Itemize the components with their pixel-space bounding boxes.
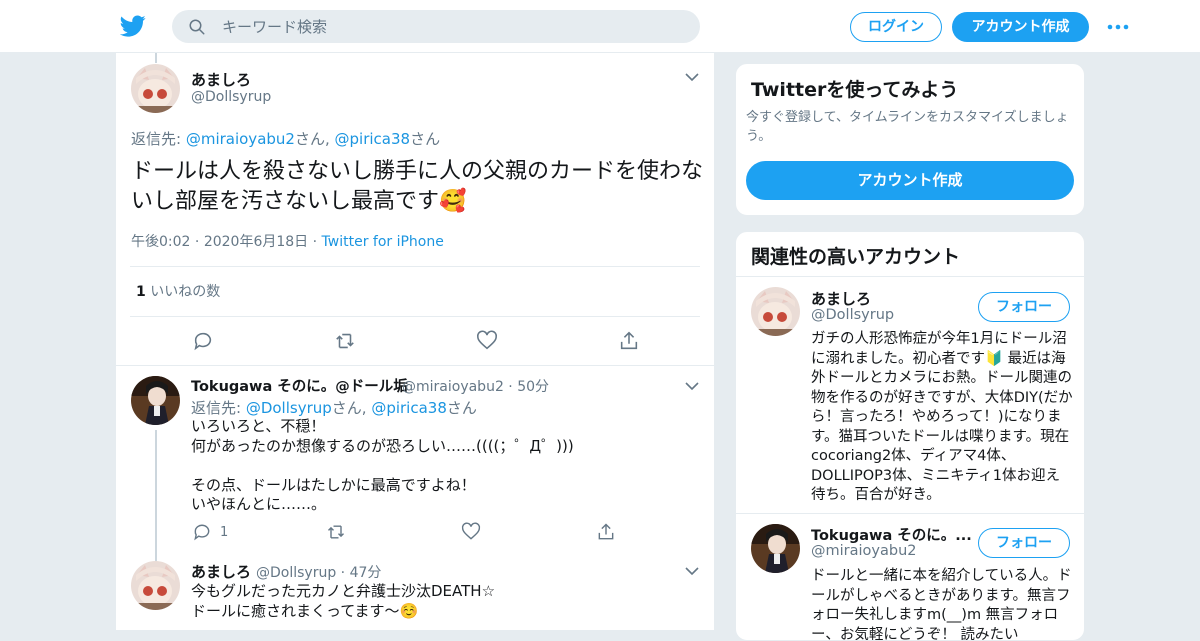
signup-button[interactable]: アカウント作成 <box>952 12 1089 42</box>
tweet-author-name[interactable]: Tokugawa そのに。@ドール垢 <box>191 375 408 396</box>
divider <box>116 365 714 366</box>
card-title: 関連性の高いアカウント <box>751 246 961 268</box>
divider <box>736 276 1084 277</box>
chevron-down-icon[interactable] <box>685 566 699 576</box>
reply-header-meta: @Dollsyrup · 47分 <box>256 565 382 581</box>
account-name[interactable]: Tokugawa そのに。... <box>811 524 972 545</box>
thread-connector <box>155 53 157 63</box>
avatar[interactable] <box>131 64 180 113</box>
like-count-label: いいねの数 <box>150 284 221 300</box>
reply-prefix: 返信先: <box>131 130 186 148</box>
signup-card-button[interactable]: アカウント作成 <box>746 161 1074 200</box>
avatar[interactable] <box>131 376 180 425</box>
related-accounts-card: 関連性の高いアカウント あましろ @Dollsyrup フォロー ガチの人形恐怖… <box>735 231 1085 641</box>
like-count-number: 1 <box>136 284 146 300</box>
top-navigation-bar: ログイン アカウント作成 <box>0 0 1200 53</box>
tweet-author-handle[interactable]: @miraioyabu2 <box>402 379 504 395</box>
tweet-time[interactable]: 50分 <box>517 379 549 395</box>
search-input[interactable] <box>222 10 682 43</box>
share-icon[interactable] <box>618 330 640 352</box>
tweet-metadata: 午後0:02 · 2020年6月18日 · Twitter for iPhone <box>131 234 444 250</box>
divider <box>130 266 700 267</box>
card-title: Twitterを使ってみよう <box>751 79 959 101</box>
avatar[interactable] <box>131 561 180 610</box>
reply-prefix: 返信先: <box>191 399 246 417</box>
tweet-text: いろいろと、不穏！ 何があったのか想像するのが恐ろしい……((((；゜Д゜)))… <box>191 417 574 513</box>
reply-icon[interactable] <box>192 330 214 352</box>
divider <box>736 513 1084 514</box>
like-icon[interactable] <box>461 522 481 542</box>
account-handle[interactable]: @miraioyabu2 <box>811 543 917 559</box>
tweet-author-handle[interactable]: @Dollsyrup <box>256 565 336 581</box>
like-icon[interactable] <box>476 330 498 352</box>
reply-mention-link[interactable]: @miraioyabu2 <box>186 130 295 148</box>
share-icon[interactable] <box>596 522 616 542</box>
tweet-detail-column: あましろ @Dollsyrup 返信先: @miraioyabu2さん, @pi… <box>115 53 715 630</box>
reply-suffix: さん <box>410 130 441 148</box>
tweet-time[interactable]: 47分 <box>350 565 382 581</box>
search-box <box>172 10 700 43</box>
likes-count[interactable]: 1 いいねの数 <box>136 281 220 301</box>
tweet-text: ドールは人を殺さないし勝手に人の父親のカードを使わないし部屋を汚さないし最高です… <box>131 159 704 214</box>
reply-icon[interactable] <box>192 522 212 542</box>
follow-button[interactable]: フォロー <box>978 292 1070 322</box>
search-icon <box>189 19 205 35</box>
account-bio: ガチの人形恐怖症が今年1月にドール沼に溺れました。初心者です🔰 最近は海外ドール… <box>811 331 1073 503</box>
reply-suffix: さん <box>446 399 477 417</box>
retweet-icon[interactable] <box>334 330 356 352</box>
login-button[interactable]: ログイン <box>850 12 942 42</box>
twitter-bird-icon[interactable] <box>120 13 146 39</box>
account-name[interactable]: あましろ <box>811 288 871 309</box>
tweet-time[interactable]: 午後0:02 <box>131 234 190 250</box>
reply-header-meta: @miraioyabu2 · 50分 <box>402 379 550 395</box>
divider <box>130 316 700 317</box>
tweet-source-link[interactable]: Twitter for iPhone <box>322 234 444 250</box>
card-description: 今すぐ登録して、タイムラインをカスタマイズしましょう。 <box>746 110 1069 144</box>
follow-button[interactable]: フォロー <box>978 528 1070 558</box>
reply-suffix: さん, <box>294 130 335 148</box>
tweet-text: 今もグルだった元カノと弁護士沙汰DEATH☆ ドールに癒されまくってます〜☺️ <box>191 582 496 620</box>
reply-mention-link[interactable]: @pirica38 <box>371 399 447 417</box>
chevron-down-icon[interactable] <box>685 381 699 391</box>
reply-to-line: 返信先: @Dollsyrupさん, @pirica38さん <box>191 397 477 418</box>
avatar[interactable] <box>751 287 800 336</box>
retweet-icon[interactable] <box>326 522 346 542</box>
chevron-down-icon[interactable] <box>685 72 699 82</box>
account-handle[interactable]: @Dollsyrup <box>811 307 894 323</box>
reply-count: 1 <box>220 525 229 540</box>
reply-mention-link[interactable]: @Dollsyrup <box>246 399 332 417</box>
reply-to-line: 返信先: @miraioyabu2さん, @pirica38さん <box>131 128 440 149</box>
avatar[interactable] <box>751 524 800 573</box>
reply-mention-link[interactable]: @pirica38 <box>335 130 411 148</box>
reply-suffix: さん, <box>331 399 372 417</box>
tweet-author-name[interactable]: あましろ <box>191 69 251 90</box>
tweet-date[interactable]: 2020年6月18日 <box>204 234 308 250</box>
tweet-author-name[interactable]: あましろ <box>191 561 251 582</box>
tweet-author-handle[interactable]: @Dollsyrup <box>191 89 271 105</box>
more-dots-icon[interactable] <box>1106 17 1130 37</box>
signup-card: Twitterを使ってみよう 今すぐ登録して、タイムラインをカスタマイズしましょ… <box>735 63 1085 216</box>
